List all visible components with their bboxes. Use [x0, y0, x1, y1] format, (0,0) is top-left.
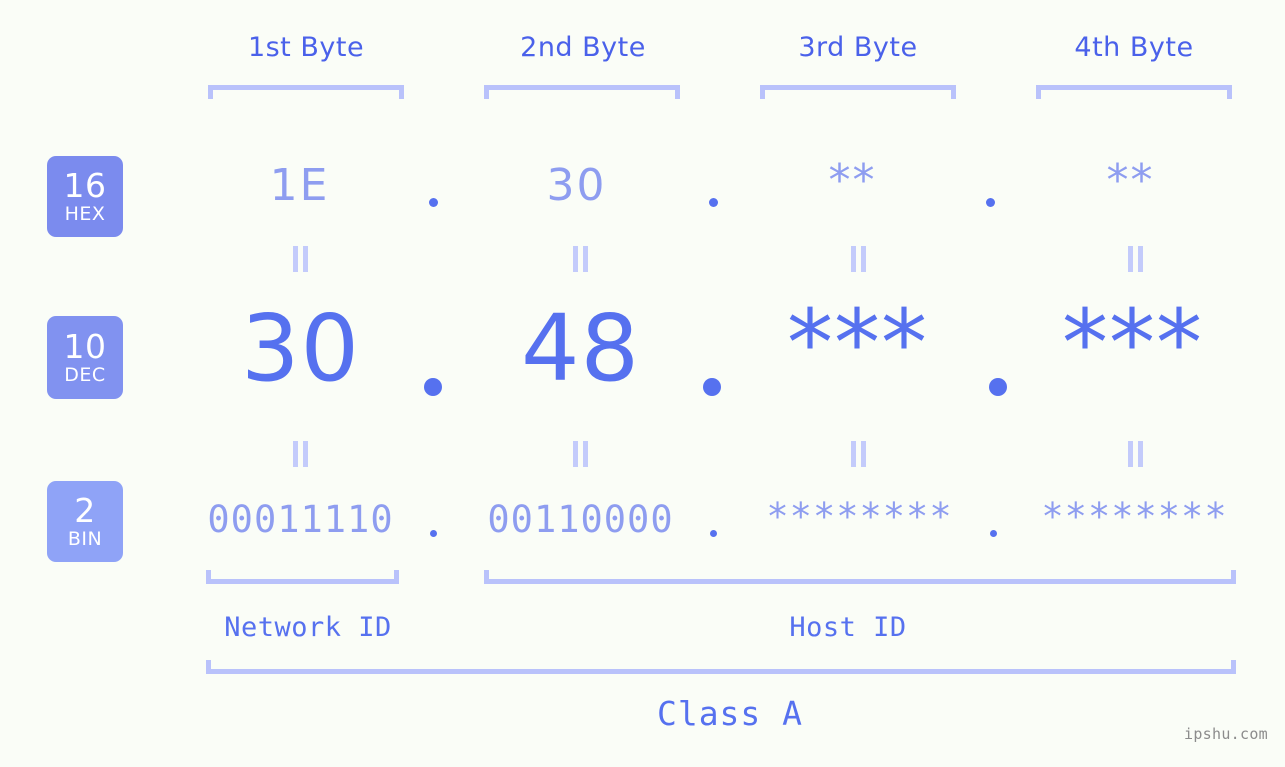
bin-dot-1: [430, 530, 437, 537]
dec-byte-3: ***: [787, 290, 928, 397]
byte-bracket-2: [484, 85, 680, 99]
radix-badge-hex: 16 HEX: [47, 156, 123, 237]
bin-dot-3: [990, 530, 997, 537]
radix-badge-dec: 10 DEC: [47, 316, 123, 399]
equals-icon-dec-bin-1: [291, 441, 310, 467]
ip-breakdown-diagram: 1st Byte 2nd Byte 3rd Byte 4th Byte 16 H…: [0, 0, 1285, 767]
bin-byte-4: ********: [1041, 495, 1228, 538]
hex-byte-3: **: [828, 155, 877, 206]
bin-byte-1: 00011110: [207, 498, 394, 541]
hex-byte-1: 1E: [269, 160, 330, 211]
network-id-label: Network ID: [224, 612, 392, 643]
radix-badge-bin-number: 2: [74, 491, 96, 530]
radix-badge-hex-number: 16: [63, 166, 107, 205]
byte-bracket-3: [760, 85, 956, 99]
hex-dot-1: [429, 198, 438, 207]
dec-byte-2: 48: [520, 295, 641, 402]
hex-byte-2: 30: [546, 160, 607, 211]
network-id-bracket: [206, 570, 399, 584]
byte-header-4: 4th Byte: [1074, 32, 1194, 63]
hex-byte-4: **: [1106, 155, 1155, 206]
equals-icon-hex-dec-2: [571, 246, 590, 272]
bin-byte-3: ********: [766, 495, 953, 538]
radix-badge-dec-name: DEC: [64, 364, 106, 386]
equals-icon-dec-bin-2: [571, 441, 590, 467]
equals-icon-dec-bin-3: [849, 441, 868, 467]
dec-byte-1: 30: [240, 295, 361, 402]
byte-header-2: 2nd Byte: [520, 32, 646, 63]
dec-byte-4: ***: [1062, 290, 1203, 397]
byte-bracket-4: [1036, 85, 1232, 99]
radix-badge-hex-name: HEX: [64, 203, 106, 225]
byte-header-3: 3rd Byte: [798, 32, 918, 63]
equals-icon-hex-dec-1: [291, 246, 310, 272]
bin-byte-2: 00110000: [487, 498, 674, 541]
dec-dot-1: [424, 378, 442, 396]
host-id-label: Host ID: [789, 612, 907, 643]
host-id-bracket: [484, 570, 1236, 584]
byte-bracket-1: [208, 85, 404, 99]
dec-dot-3: [989, 378, 1007, 396]
radix-badge-dec-number: 10: [63, 327, 107, 366]
equals-icon-hex-dec-3: [849, 246, 868, 272]
class-label: Class A: [656, 694, 804, 733]
byte-header-1: 1st Byte: [247, 32, 365, 63]
radix-badge-bin-name: BIN: [67, 528, 103, 550]
class-bracket: [206, 660, 1236, 674]
equals-icon-hex-dec-4: [1126, 246, 1145, 272]
dec-dot-2: [703, 378, 721, 396]
bin-dot-2: [710, 530, 717, 537]
hex-dot-3: [986, 198, 995, 207]
site-watermark: ipshu.com: [1184, 725, 1268, 743]
equals-icon-dec-bin-4: [1126, 441, 1145, 467]
hex-dot-2: [709, 198, 718, 207]
radix-badge-bin: 2 BIN: [47, 481, 123, 562]
